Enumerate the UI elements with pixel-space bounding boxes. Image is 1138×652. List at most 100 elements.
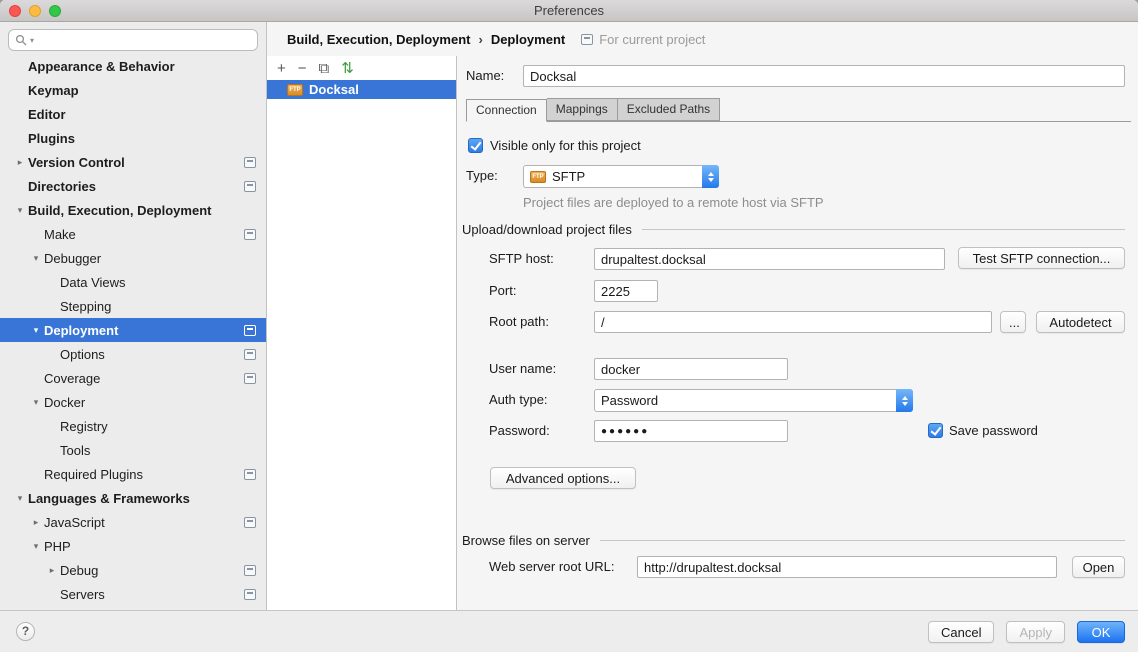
password-input[interactable]	[594, 420, 788, 442]
settings-tree: Appearance & BehaviorKeymapEditorPlugins…	[0, 54, 266, 606]
add-icon[interactable]: +	[277, 61, 286, 76]
open-button[interactable]: Open	[1072, 556, 1125, 578]
tab-bar: ConnectionMappingsExcluded Paths	[466, 99, 1131, 122]
sidebar-item-keymap[interactable]: Keymap	[0, 78, 266, 102]
project-scope: For current project	[581, 32, 705, 47]
help-button[interactable]: ?	[16, 622, 35, 641]
sidebar-item-build-execution-deployment[interactable]: ▾Build, Execution, Deployment	[0, 198, 266, 222]
sidebar-item-data-views[interactable]: Data Views	[0, 270, 266, 294]
sidebar-item-editor[interactable]: Editor	[0, 102, 266, 126]
sidebar-item-registry[interactable]: Registry	[0, 414, 266, 438]
autodetect-button[interactable]: Autodetect	[1036, 311, 1125, 333]
sidebar-item-tools[interactable]: Tools	[0, 438, 266, 462]
per-project-settings-icon	[244, 565, 256, 576]
per-project-settings-icon	[244, 469, 256, 480]
chevron-down-icon[interactable]: ▾	[28, 325, 44, 336]
chevron-right-icon[interactable]: ▸	[12, 157, 28, 168]
combobox-stepper-icon[interactable]	[896, 389, 913, 412]
save-password-checkbox[interactable]	[928, 423, 943, 438]
sidebar-item-label: Directories	[28, 179, 96, 194]
sidebar-item-label: Deployment	[44, 323, 118, 338]
type-select[interactable]: FTP SFTP	[523, 165, 719, 188]
sidebar-item-label: Servers	[60, 587, 105, 602]
sidebar-item-label: Build, Execution, Deployment	[28, 203, 211, 218]
sidebar-item-deployment[interactable]: ▾Deployment	[0, 318, 266, 342]
per-project-settings-icon	[244, 229, 256, 240]
web-root-input[interactable]	[637, 556, 1057, 578]
ok-button[interactable]: OK	[1077, 621, 1125, 643]
zoom-button[interactable]	[49, 5, 61, 17]
browse-root-path-button[interactable]: ...	[1000, 311, 1026, 333]
sidebar-item-label: Debugger	[44, 251, 101, 266]
tab-excluded-paths[interactable]: Excluded Paths	[618, 98, 720, 121]
root-path-input[interactable]	[594, 311, 992, 333]
sidebar-item-options[interactable]: Options	[0, 342, 266, 366]
sidebar-item-make[interactable]: Make	[0, 222, 266, 246]
chevron-right-icon[interactable]: ▸	[28, 517, 44, 528]
sidebar-item-php[interactable]: ▾PHP	[0, 534, 266, 558]
sidebar-item-languages-frameworks[interactable]: ▾Languages & Frameworks	[0, 486, 266, 510]
tab-mappings[interactable]: Mappings	[547, 98, 618, 121]
titlebar[interactable]: Preferences	[0, 0, 1138, 22]
sftp-host-input[interactable]	[594, 248, 945, 270]
sidebar-item-coverage[interactable]: Coverage	[0, 366, 266, 390]
chevron-down-icon[interactable]: ▾	[28, 541, 44, 552]
remove-icon[interactable]: −	[298, 61, 307, 76]
root-path-label: Root path:	[489, 311, 549, 333]
apply-button[interactable]: Apply	[1006, 621, 1065, 643]
sidebar-item-javascript[interactable]: ▸JavaScript	[0, 510, 266, 534]
search-input[interactable]	[37, 33, 251, 47]
name-input[interactable]	[523, 65, 1125, 87]
sidebar-item-debug[interactable]: ▸Debug	[0, 558, 266, 582]
sidebar-item-appearance-behavior[interactable]: Appearance & Behavior	[0, 54, 266, 78]
breadcrumb-parent[interactable]: Build, Execution, Deployment	[287, 32, 470, 47]
per-project-settings-icon	[244, 157, 256, 168]
sidebar-item-label: Docker	[44, 395, 85, 410]
user-name-label: User name:	[489, 358, 556, 380]
combobox-stepper-icon[interactable]	[702, 165, 719, 188]
test-sftp-connection-button[interactable]: Test SFTP connection...	[958, 247, 1125, 269]
section-divider	[642, 229, 1125, 230]
settings-search[interactable]: ▾	[8, 29, 258, 51]
breadcrumb-separator: ›	[478, 32, 482, 47]
password-label: Password:	[489, 420, 550, 442]
sidebar-item-label: Debug	[60, 563, 98, 578]
sidebar-item-servers[interactable]: Servers	[0, 582, 266, 606]
sidebar-item-plugins[interactable]: Plugins	[0, 126, 266, 150]
name-label: Name:	[466, 65, 504, 87]
chevron-down-icon[interactable]: ▾	[28, 253, 44, 264]
upload-section-title: Upload/download project files	[462, 222, 632, 237]
sidebar-item-debugger[interactable]: ▾Debugger	[0, 246, 266, 270]
sidebar-item-label: JavaScript	[44, 515, 105, 530]
chevron-down-icon[interactable]: ▾	[28, 397, 44, 408]
sidebar-item-version-control[interactable]: ▸Version Control	[0, 150, 266, 174]
cancel-button[interactable]: Cancel	[928, 621, 994, 643]
advanced-options-button[interactable]: Advanced options...	[490, 467, 636, 489]
user-name-input[interactable]	[594, 358, 788, 380]
port-input[interactable]	[594, 280, 658, 302]
sidebar-item-label: Stepping	[60, 299, 111, 314]
sidebar-item-label: Version Control	[28, 155, 125, 170]
visible-only-checkbox[interactable]	[468, 138, 483, 153]
upload-section-header: Upload/download project files	[462, 222, 1125, 237]
copy-icon[interactable]: ⧉	[319, 61, 330, 76]
port-label: Port:	[489, 280, 516, 302]
sidebar-item-label: Required Plugins	[44, 467, 143, 482]
reorder-icon[interactable]: ⇅	[341, 61, 354, 76]
chevron-right-icon[interactable]: ▸	[44, 565, 60, 576]
close-button[interactable]	[9, 5, 21, 17]
auth-type-select[interactable]: Password	[594, 389, 913, 412]
tab-connection[interactable]: Connection	[466, 99, 547, 122]
minimize-button[interactable]	[29, 5, 41, 17]
browse-section-header: Browse files on server	[462, 533, 1125, 548]
chevron-down-icon[interactable]: ▾	[12, 493, 28, 504]
server-list: FTPDocksal	[267, 80, 456, 99]
sidebar-item-directories[interactable]: Directories	[0, 174, 266, 198]
sidebar-item-docker[interactable]: ▾Docker	[0, 390, 266, 414]
sidebar-item-required-plugins[interactable]: Required Plugins	[0, 462, 266, 486]
chevron-down-icon[interactable]: ▾	[12, 205, 28, 216]
auth-type-label: Auth type:	[489, 389, 548, 411]
sidebar-item-stepping[interactable]: Stepping	[0, 294, 266, 318]
per-project-settings-icon	[244, 517, 256, 528]
server-item-docksal[interactable]: FTPDocksal	[267, 80, 456, 99]
